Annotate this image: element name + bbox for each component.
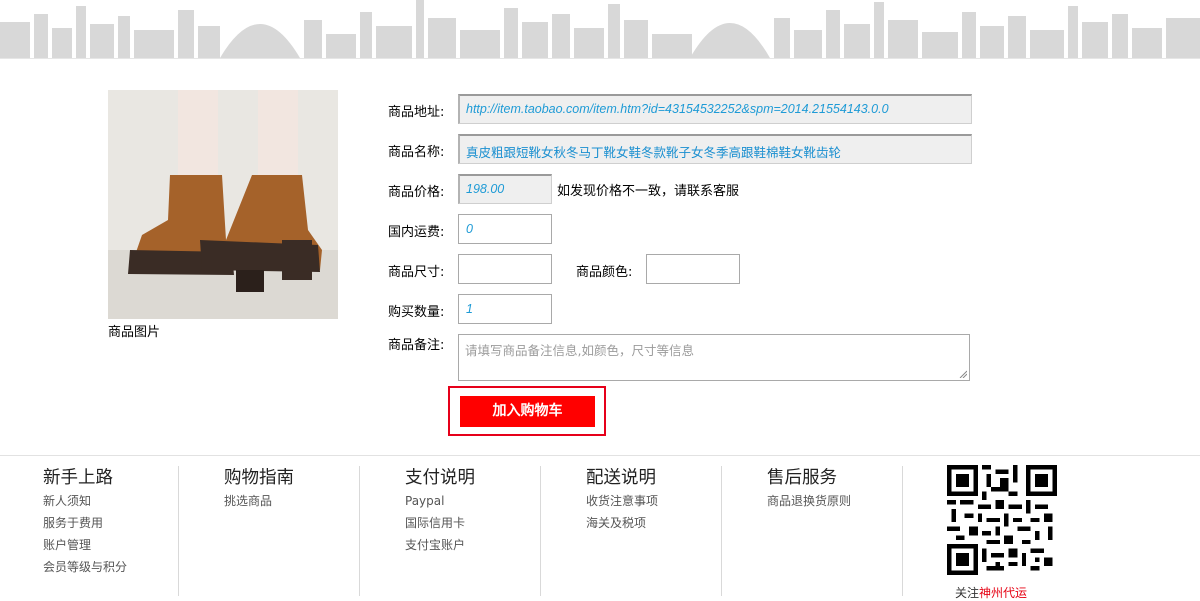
resize-grip-icon[interactable] bbox=[959, 370, 967, 378]
product-image-caption: 商品图片 bbox=[108, 325, 161, 340]
color-label: 商品颜色: bbox=[576, 265, 633, 280]
footer-col-aftersales: 售后服务 商品退换货原则 bbox=[767, 466, 851, 512]
footer-link[interactable]: 服务于费用 bbox=[43, 512, 127, 534]
footer-col-divider bbox=[721, 466, 722, 596]
name-label: 商品名称: bbox=[388, 145, 445, 160]
remark-textarea[interactable]: 请填写商品备注信息,如颜色，尺寸等信息 bbox=[458, 334, 970, 381]
footer-col-title: 配送说明 bbox=[586, 468, 656, 488]
footer-col-title: 支付说明 bbox=[405, 468, 475, 488]
qr-caption-brand[interactable]: 神州代运 bbox=[979, 586, 1027, 600]
skyline-banner bbox=[0, 0, 1200, 58]
footer-link[interactable]: 支付宝账户 bbox=[405, 534, 475, 556]
size-field[interactable] bbox=[458, 254, 552, 284]
footer-col-divider bbox=[540, 466, 541, 596]
footer-link[interactable]: 海关及税项 bbox=[586, 512, 658, 534]
url-field[interactable]: http://item.taobao.com/item.htm?id=43154… bbox=[458, 94, 972, 124]
shipping-label: 国内运费: bbox=[388, 225, 445, 240]
footer-link[interactable]: 商品退换货原则 bbox=[767, 490, 851, 512]
header-divider bbox=[0, 58, 1200, 59]
shipping-field[interactable]: 0 bbox=[458, 214, 552, 244]
quantity-label: 购买数量: bbox=[388, 305, 445, 320]
size-label: 商品尺寸: bbox=[388, 265, 445, 280]
footer-col-divider bbox=[359, 466, 360, 596]
footer-col-title: 新手上路 bbox=[43, 468, 113, 488]
remark-placeholder: 请填写商品备注信息,如颜色，尺寸等信息 bbox=[465, 343, 694, 358]
name-field[interactable]: 真皮粗跟短靴女秋冬马丁靴女鞋冬款靴子女冬季高跟鞋棉鞋女靴齿轮 bbox=[458, 134, 972, 164]
footer-link[interactable]: 挑选商品 bbox=[224, 490, 294, 512]
qr-caption: 关注神州代运 bbox=[955, 584, 1027, 601]
price-field[interactable]: 198.00 bbox=[458, 174, 552, 204]
qr-code-icon bbox=[947, 465, 1057, 575]
add-to-cart-button[interactable]: 加入购物车 bbox=[460, 396, 595, 427]
boots-photo-icon bbox=[108, 90, 338, 319]
footer-link[interactable]: Paypal bbox=[405, 490, 475, 512]
quantity-field[interactable]: 1 bbox=[458, 294, 552, 324]
footer-col-divider bbox=[902, 466, 903, 596]
remark-label: 商品备注: bbox=[388, 338, 445, 353]
footer-divider bbox=[0, 455, 1200, 456]
footer-link[interactable]: 收货注意事项 bbox=[586, 490, 658, 512]
footer-col-divider bbox=[178, 466, 179, 596]
footer-col-title: 售后服务 bbox=[767, 468, 837, 488]
footer-col-delivery: 配送说明 收货注意事项 海关及税项 bbox=[586, 466, 658, 534]
footer-col-shopping: 购物指南 挑选商品 bbox=[224, 466, 294, 512]
price-label: 商品价格: bbox=[388, 185, 445, 200]
footer-link[interactable]: 新人须知 bbox=[43, 490, 127, 512]
footer-col-newbie: 新手上路 新人须知 服务于费用 账户管理 会员等级与积分 bbox=[43, 466, 127, 578]
footer-link[interactable]: 会员等级与积分 bbox=[43, 556, 127, 578]
product-image bbox=[108, 90, 338, 319]
footer-link[interactable]: 国际信用卡 bbox=[405, 512, 475, 534]
footer-col-title: 购物指南 bbox=[224, 468, 294, 488]
qr-caption-prefix: 关注 bbox=[955, 586, 980, 600]
footer-col-payment: 支付说明 Paypal 国际信用卡 支付宝账户 bbox=[405, 466, 475, 556]
qr-code bbox=[947, 465, 1057, 575]
color-field[interactable] bbox=[646, 254, 740, 284]
price-note: 如发现价格不一致，请联系客服 bbox=[557, 184, 740, 199]
url-label: 商品地址: bbox=[388, 105, 445, 120]
footer-link[interactable]: 账户管理 bbox=[43, 534, 127, 556]
